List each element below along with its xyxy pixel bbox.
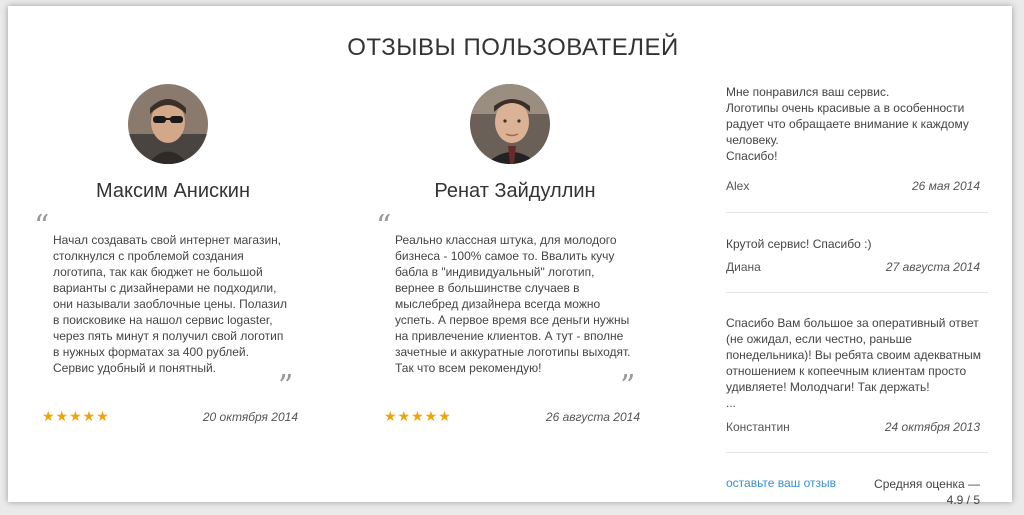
side-review-author: Alex <box>726 179 750 193</box>
avatar <box>470 84 550 164</box>
side-review-text: Крутой сервис! Спасибо :) <box>726 236 988 252</box>
review-text: Начал создавать свой интернет магазин, с… <box>53 233 287 375</box>
leave-review-link[interactable]: оставьте ваш отзыв <box>726 476 836 490</box>
page-title: ОТЗЫВЫ ПОЛЬЗОВАТЕЛЕЙ <box>347 34 679 61</box>
quote-close-icon: ” <box>278 369 294 404</box>
side-review-text: Мне понравился ваш сервис. Логотипы очен… <box>726 84 988 164</box>
star-rating: ★★★★★ <box>42 408 110 424</box>
review-text: Реально классная штука, для молодого биз… <box>395 233 631 375</box>
review-date: 26 августа 2014 <box>545 410 640 424</box>
star-rating: ★★★★★ <box>384 408 452 424</box>
average-rating: Средняя оценка — 4.9 / 5 <box>868 476 980 508</box>
reviewer-name: Ренат Зайдуллин <box>434 180 596 202</box>
list-item: Крутой сервис! Спасибо :) <box>726 236 988 252</box>
side-review-line: Спасибо Вам большое за оперативный ответ… <box>726 316 982 394</box>
quote-close-icon: ” <box>620 369 636 404</box>
side-review-line: ... <box>726 396 737 410</box>
average-rating-value: 4.9 / 5 <box>946 493 980 507</box>
side-review-date: 27 августа 2014 <box>885 260 980 274</box>
side-review-author: Диана <box>726 260 761 274</box>
side-review-line: Спасибо! <box>726 149 778 163</box>
avatar <box>128 84 208 164</box>
side-review-text: Спасибо Вам большое за оперативный ответ… <box>726 315 988 411</box>
divider <box>726 452 988 453</box>
side-review-line: Крутой сервис! Спасибо :) <box>726 237 872 251</box>
divider <box>726 292 988 293</box>
side-review-author: Константин <box>726 420 790 434</box>
quote-open-icon: “ <box>376 209 392 244</box>
side-review-line: Логотипы очень красивые а в особенности … <box>726 101 969 147</box>
list-item: Спасибо Вам большое за оперативный ответ… <box>726 315 988 411</box>
average-rating-label: Средняя оценка — <box>874 477 980 491</box>
divider <box>726 212 988 213</box>
side-review-line: Мне понравился ваш сервис. <box>726 85 890 99</box>
reviews-panel: ОТЗЫВЫ ПОЛЬЗОВАТЕЛЕЙ Максим Анискин “ На… <box>8 6 1012 507</box>
side-review-date: 24 октября 2013 <box>884 420 980 434</box>
reviewer-name: Максим Анискин <box>96 180 250 202</box>
side-review-date: 26 мая 2014 <box>911 179 980 193</box>
quote-open-icon: “ <box>34 209 50 244</box>
list-item: Мне понравился ваш сервис. Логотипы очен… <box>726 84 988 164</box>
review-date: 20 октября 2014 <box>202 410 298 424</box>
